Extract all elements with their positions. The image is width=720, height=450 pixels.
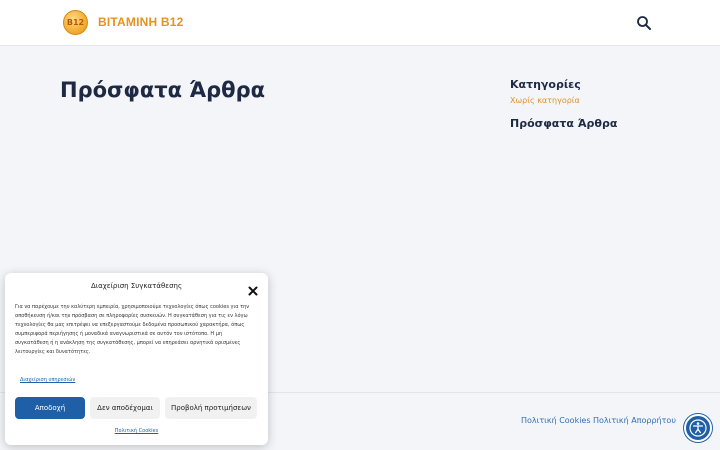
consent-message: Για να παρέχουμε την καλύτερη εμπειρία, …: [15, 304, 250, 355]
category-link-uncategorized[interactable]: Χωρίς κατηγορία: [510, 96, 580, 105]
site-title[interactable]: ΒΙΤΑΜΙΝΗ Β12: [98, 15, 184, 29]
view-preferences-button[interactable]: Προβολή προτιμήσεων: [165, 397, 257, 419]
manage-services-link[interactable]: Διαχείριση υπηρεσιών: [20, 377, 75, 383]
consent-cookies-policy-link[interactable]: Πολιτική Cookies: [115, 428, 158, 434]
site-logo[interactable]: B12: [63, 10, 88, 35]
accessibility-icon[interactable]: [684, 414, 712, 442]
footer-cookies-policy-link[interactable]: Πολιτική Cookies: [521, 416, 591, 425]
close-icon[interactable]: [247, 282, 259, 296]
site-header: B12 ΒΙΤΑΜΙΝΗ Β12: [0, 0, 720, 46]
search-icon[interactable]: [636, 15, 652, 31]
categories-widget-title: Κατηγορίες: [510, 78, 581, 91]
footer-privacy-policy-link[interactable]: Πολιτική Απορρήτου: [593, 416, 676, 425]
logo-text: B12: [66, 18, 85, 27]
consent-title: Διαχείριση Συγκατάθεσης: [90, 282, 183, 290]
consent-policy-row: Πολιτική Cookies: [5, 428, 268, 434]
cookie-consent-dialog: Διαχείριση Συγκατάθεσης Για να παρέχουμε…: [5, 273, 268, 445]
page-title: Πρόσφατα Άρθρα: [60, 78, 266, 102]
accept-button[interactable]: Αποδοχή: [15, 397, 85, 419]
recent-posts-widget-title: Πρόσφατα Άρθρα: [510, 117, 618, 130]
deny-button[interactable]: Δεν αποδέχομαι: [90, 397, 160, 419]
